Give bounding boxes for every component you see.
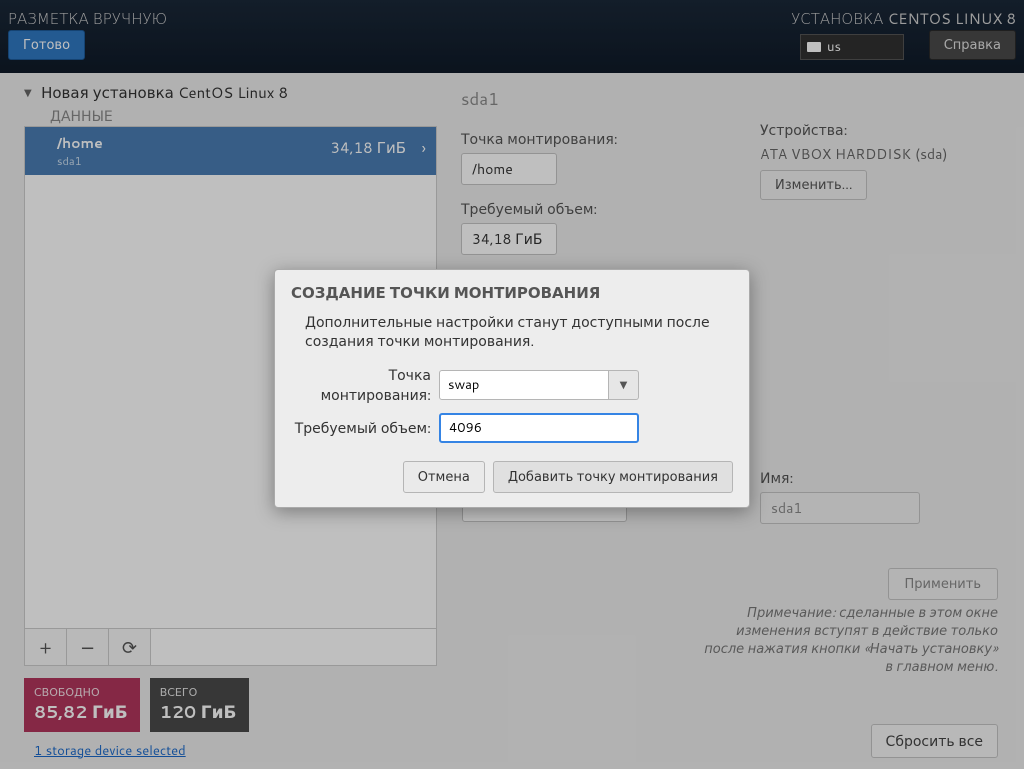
add-mountpoint-button[interactable]: Добавить точку монтирования (493, 461, 733, 493)
add-mountpoint-dialog: СОЗДАНИЕ ТОЧКИ МОНТИРОВАНИЯ Дополнительн… (274, 269, 750, 508)
cancel-button[interactable]: Отмена (403, 461, 485, 493)
mount-point-combo-input[interactable] (439, 370, 609, 400)
dialog-description: Дополнительные настройки станут доступны… (305, 313, 733, 351)
dialog-capacity-label: Требуемый объем: (291, 418, 431, 438)
dialog-capacity-input[interactable] (439, 413, 639, 443)
dialog-mount-label: Точка монтирования: (291, 365, 431, 405)
dialog-title: СОЗДАНИЕ ТОЧКИ МОНТИРОВАНИЯ (291, 282, 733, 303)
mount-point-combo[interactable]: ▼ (439, 370, 639, 400)
combo-dropdown-button[interactable]: ▼ (609, 370, 639, 400)
